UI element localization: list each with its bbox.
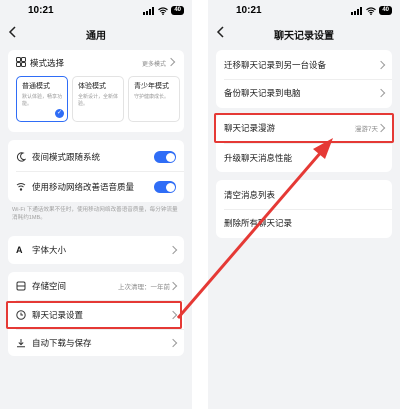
mode-card-experience[interactable]: 体验模式 全新设计，全新体验。	[72, 76, 124, 122]
chevron-right-icon	[376, 60, 386, 70]
backup-row[interactable]: 备份聊天记录到电脑	[216, 80, 392, 106]
font-size-card: A 字体大小	[8, 236, 184, 264]
delete-all-label: 删除所有聊天记录	[224, 218, 293, 228]
toggle-settings-card: 夜间模式跟随系统 使用移动网络改善语音质量	[8, 140, 184, 202]
divider	[16, 171, 184, 172]
delete-all-row[interactable]: 删除所有聊天记录	[216, 210, 392, 236]
mode-selection-label: 模式选择	[30, 58, 65, 68]
page-title: 聊天记录设置	[274, 31, 334, 42]
migrate-row[interactable]: 迁移聊天记录到另一台设备	[216, 52, 392, 78]
chevron-right-icon	[168, 281, 178, 291]
storage-value: 上次清理：一年前	[118, 284, 170, 291]
chevron-right-icon	[168, 245, 178, 255]
chevron-right-icon	[168, 338, 178, 348]
night-mode-toggle[interactable]	[154, 151, 176, 163]
voice-quality-row[interactable]: 使用移动网络改善语音质量	[8, 174, 184, 200]
storage-label: 存储空间	[32, 281, 67, 291]
page-title: 通用	[86, 31, 106, 42]
nav-bar: 通用	[0, 22, 192, 44]
chevron-right-icon	[166, 57, 176, 67]
storage-row[interactable]: 存储空间 上次清理：一年前	[8, 273, 184, 299]
migrate-label: 迁移聊天记录到另一台设备	[224, 60, 327, 70]
signal-icon	[351, 6, 363, 15]
wifi-icon	[158, 6, 169, 15]
status-bar: 10:21 40	[208, 0, 400, 20]
font-size-row[interactable]: A 字体大小	[8, 237, 184, 263]
wifi-icon	[366, 6, 377, 15]
chat-history-highlight	[6, 301, 182, 329]
status-time: 10:21	[236, 5, 262, 16]
mode-grid-icon	[16, 57, 26, 67]
backup-label: 备份聊天记录到电脑	[224, 88, 301, 98]
night-mode-row[interactable]: 夜间模式跟随系统	[8, 144, 184, 170]
mode-card-title: 普通模式	[22, 83, 50, 90]
check-icon: ✓	[55, 109, 64, 118]
status-bar: 10:21 40	[0, 0, 192, 20]
transfer-card: 迁移聊天记录到另一台设备 备份聊天记录到电脑	[216, 50, 392, 108]
battery-icon: 40	[171, 6, 184, 15]
download-icon	[17, 339, 25, 348]
clear-list-row[interactable]: 清空消息列表	[216, 182, 392, 208]
roam-highlight	[214, 113, 394, 143]
divider	[224, 143, 392, 144]
clear-list-label: 清空消息列表	[224, 190, 276, 200]
font-size-label: 字体大小	[32, 245, 67, 255]
night-mode-label: 夜间模式跟随系统	[32, 152, 101, 162]
signal-icon	[143, 6, 155, 15]
mode-card-teen[interactable]: 青少年模式 守护健康成长。	[128, 76, 180, 122]
mode-card-desc: 守护健康成长。	[134, 94, 170, 100]
auto-download-row[interactable]: 自动下载与保存	[8, 330, 184, 356]
more-modes-link[interactable]: 更多模式	[142, 59, 166, 68]
status-time: 10:21	[28, 5, 54, 16]
storage-icon	[16, 281, 26, 291]
voice-quality-label: 使用移动网络改善语音质量	[32, 182, 135, 192]
voice-quality-toggle[interactable]	[154, 181, 176, 193]
nav-bar: 聊天记录设置	[208, 22, 400, 44]
auto-download-label: 自动下载与保存	[32, 338, 92, 348]
moon-icon	[16, 152, 26, 162]
general-settings-screen: 10:21 40 通用 模式选择 更多模式 普通模式 默认体验，畅享功能。 ✓ …	[0, 0, 192, 409]
mode-card-title: 青少年模式	[134, 83, 169, 90]
mode-card-desc: 默认体验，畅享功能。	[22, 94, 63, 107]
voice-quality-hint: Wi-Fi 下通话效果不佳时，使用移动网络改善语音质量，每分钟流量消耗约1MB。	[12, 207, 178, 221]
chevron-right-icon	[376, 88, 386, 98]
mode-selection-header[interactable]: 模式选择 更多模式	[16, 56, 176, 68]
upgrade-label: 升级聊天消息性能	[224, 153, 293, 163]
mode-card-desc: 全新设计，全新体验。	[78, 94, 119, 107]
voice-icon	[16, 183, 26, 191]
font-size-icon: A	[16, 245, 23, 255]
battery-icon: 40	[379, 6, 392, 15]
clear-card: 清空消息列表 删除所有聊天记录	[216, 180, 392, 238]
mode-card-title: 体验模式	[78, 83, 106, 90]
mode-card-normal[interactable]: 普通模式 默认体验，畅享功能。 ✓	[16, 76, 68, 122]
upgrade-row[interactable]: 升级聊天消息性能	[216, 145, 392, 171]
chat-history-settings-screen: 10:21 40 聊天记录设置 迁移聊天记录到另一台设备 备份聊天记录到电脑 聊…	[208, 0, 400, 409]
mode-selection-card: 模式选择 更多模式 普通模式 默认体验，畅享功能。 ✓ 体验模式 全新设计，全新…	[8, 50, 184, 132]
